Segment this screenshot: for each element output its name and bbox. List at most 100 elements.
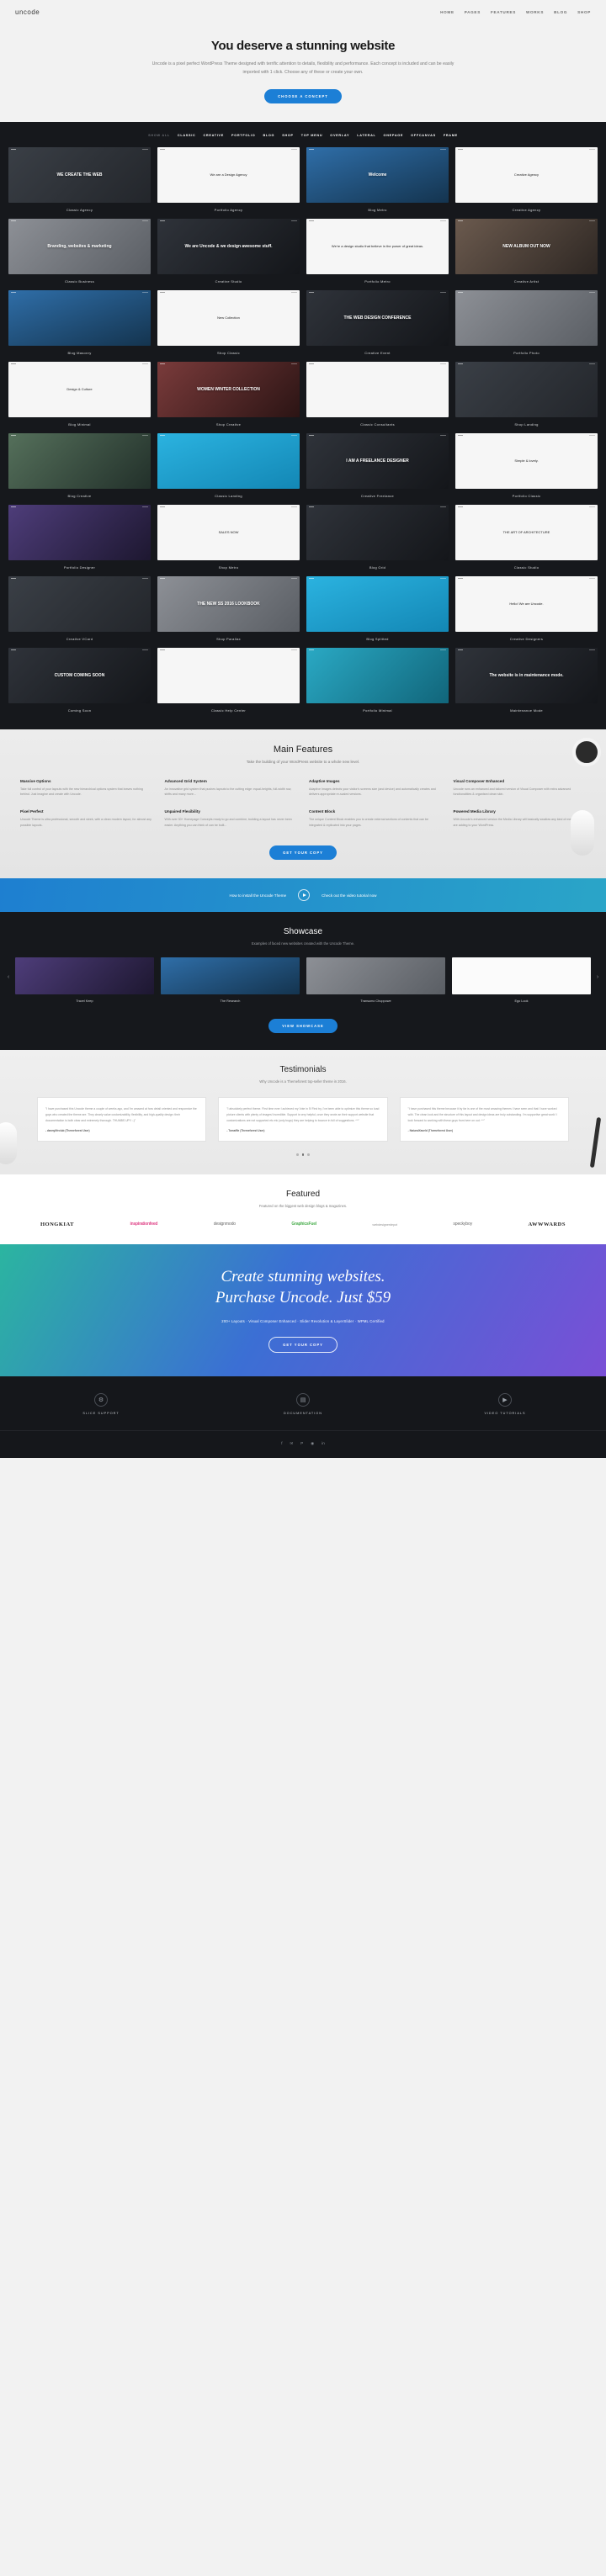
concept-thumbnail[interactable]: [8, 289, 151, 346]
concept-card[interactable]: Portfolio Designer: [8, 504, 151, 571]
concept-card[interactable]: Hello! We are Uncode. Creative Designers: [455, 575, 598, 643]
social-icon[interactable]: in: [322, 1441, 325, 1446]
concept-filter-creative[interactable]: CREATIVE: [203, 134, 224, 137]
concept-filter-portfolio[interactable]: PORTFOLIO: [231, 134, 255, 137]
concept-card[interactable]: Portfolio Photo: [455, 289, 598, 357]
concept-card[interactable]: WOMEN WINTER COLLECTION Shop Creative: [157, 361, 300, 428]
concept-card[interactable]: Classic Help Center: [157, 647, 300, 714]
concept-card[interactable]: Blog Splitted: [306, 575, 449, 643]
footer-column[interactable]: ▶ VIDEO TUTORIALS: [404, 1393, 606, 1415]
footer-column[interactable]: ⚙ SLICE SUPPORT: [0, 1393, 202, 1415]
nav-item-shop[interactable]: SHOP: [577, 10, 591, 14]
testimonials-pagination[interactable]: [17, 1153, 589, 1156]
concept-thumbnail[interactable]: We are a Design Agency: [157, 146, 300, 203]
concept-thumbnail[interactable]: Simple & lovely.: [455, 432, 598, 489]
social-icon[interactable]: ✉: [290, 1441, 294, 1446]
concept-thumbnail[interactable]: Hello! We are Uncode.: [455, 575, 598, 632]
concept-thumbnail[interactable]: THE NEW SS 2016 LOOKBOOK: [157, 575, 300, 632]
concept-card[interactable]: Blog Masonry: [8, 289, 151, 357]
concept-card[interactable]: NEW ALBUM OUT NOW Creative Artist: [455, 218, 598, 285]
concept-card[interactable]: Branding, websites & marketing Classic Bu…: [8, 218, 151, 285]
concept-thumbnail[interactable]: WE CREATE THE WEB: [8, 146, 151, 203]
concept-card[interactable]: Design & Culture Blog Minimal: [8, 361, 151, 428]
concept-card[interactable]: The website is in maintenance mode. Maint…: [455, 647, 598, 714]
concept-thumbnail[interactable]: WOMEN WINTER COLLECTION: [157, 361, 300, 417]
concept-card[interactable]: Portfolio Minimal: [306, 647, 449, 714]
concept-thumbnail[interactable]: [157, 432, 300, 489]
concept-thumbnail[interactable]: CUSTOM COMING SOON: [8, 647, 151, 703]
concept-thumbnail[interactable]: We are Uncode & we design awesome stuff.: [157, 218, 300, 274]
get-your-copy-button-features[interactable]: GET YOUR COPY: [269, 845, 337, 861]
showcase-slide[interactable]: Ego Look: [452, 957, 591, 1003]
concept-thumbnail[interactable]: [8, 575, 151, 632]
site-logo[interactable]: uncode: [15, 8, 40, 16]
nav-item-features[interactable]: FEATURES: [491, 10, 516, 14]
view-showcase-button[interactable]: VIEW SHOWCASE: [268, 1019, 338, 1034]
concept-thumbnail[interactable]: We're a design studio that believe in th…: [306, 218, 449, 274]
concept-card[interactable]: Welcome Blog Metro: [306, 146, 449, 214]
showcase-slide-image[interactable]: [452, 957, 591, 995]
showcase-slide-image[interactable]: [306, 957, 445, 995]
concept-card[interactable]: Simple & lovely. Portfolio Classic: [455, 432, 598, 500]
concept-card[interactable]: Classic Consultants: [306, 361, 449, 428]
concept-card[interactable]: CUSTOM COMING SOON Coming Soon: [8, 647, 151, 714]
get-your-copy-button-purchase[interactable]: GET YOUR COPY: [268, 1337, 338, 1354]
concept-card[interactable]: We are Uncode & we design awesome stuff.…: [157, 218, 300, 285]
concept-filter-overlay[interactable]: OVERLAY: [330, 134, 349, 137]
showcase-slide-image[interactable]: [15, 957, 154, 995]
concept-card[interactable]: THE WEB DESIGN CONFERENCE Creative Event: [306, 289, 449, 357]
concept-card[interactable]: Classic Landing: [157, 432, 300, 500]
concept-card[interactable]: I AM A FREELANCE DESIGNER Creative Freela…: [306, 432, 449, 500]
concept-thumbnail[interactable]: Design & Culture: [8, 361, 151, 417]
pagination-dot[interactable]: [296, 1153, 299, 1156]
carousel-prev-icon[interactable]: ‹: [4, 973, 13, 981]
concept-thumbnail[interactable]: [306, 361, 449, 417]
concept-card[interactable]: We're a design studio that believe in th…: [306, 218, 449, 285]
social-icon[interactable]: f: [281, 1441, 282, 1446]
concept-thumbnail[interactable]: SALES NOW: [157, 504, 300, 560]
concept-card[interactable]: Creative Agency Creative Agency: [455, 146, 598, 214]
concept-card[interactable]: New Collection Shop Classic: [157, 289, 300, 357]
concept-thumbnail[interactable]: [455, 289, 598, 346]
concept-filter-lateral[interactable]: LATERAL: [357, 134, 375, 137]
concept-thumbnail[interactable]: THE ART OF ARCHITECTURE: [455, 504, 598, 560]
concept-thumbnail[interactable]: Creative Agency: [455, 146, 598, 203]
pagination-dot[interactable]: [307, 1153, 310, 1156]
concept-thumbnail[interactable]: NEW ALBUM OUT NOW: [455, 218, 598, 274]
pagination-dot[interactable]: [301, 1153, 305, 1156]
concept-card[interactable]: Shop Landing: [455, 361, 598, 428]
concept-card[interactable]: Creative VCard: [8, 575, 151, 643]
concept-filter-show-all[interactable]: SHOW ALL: [148, 134, 170, 137]
social-icon[interactable]: P: [300, 1441, 303, 1446]
concept-thumbnail[interactable]: [455, 361, 598, 417]
concept-card[interactable]: SALES NOW Shop Metro: [157, 504, 300, 571]
concept-card[interactable]: THE NEW SS 2016 LOOKBOOK Shop Parallax: [157, 575, 300, 643]
showcase-slide[interactable]: Travel Keep: [15, 957, 154, 1003]
concept-filter-offcanvas[interactable]: OFFCANVAS: [411, 134, 436, 137]
concept-card[interactable]: Blog Grid: [306, 504, 449, 571]
concept-card[interactable]: We are a Design Agency Portfolio Agency: [157, 146, 300, 214]
concept-filter-shop[interactable]: SHOP: [282, 134, 294, 137]
concept-card[interactable]: Blog Creative: [8, 432, 151, 500]
concept-filter-top-menu[interactable]: TOP MENU: [301, 134, 323, 137]
concept-thumbnail[interactable]: Welcome: [306, 146, 449, 203]
footer-column[interactable]: ▤ DOCUMENTATION: [202, 1393, 404, 1415]
concept-thumbnail[interactable]: New Collection: [157, 289, 300, 346]
concept-thumbnail[interactable]: [157, 647, 300, 703]
concept-thumbnail[interactable]: [306, 575, 449, 632]
concept-thumbnail[interactable]: Branding, websites & marketing: [8, 218, 151, 274]
carousel-next-icon[interactable]: ›: [593, 973, 602, 981]
concept-thumbnail[interactable]: I AM A FREELANCE DESIGNER: [306, 432, 449, 489]
concept-thumbnail[interactable]: THE WEB DESIGN CONFERENCE: [306, 289, 449, 346]
social-icon[interactable]: ◉: [311, 1441, 314, 1446]
showcase-slide[interactable]: The Research: [161, 957, 300, 1003]
concept-card[interactable]: THE ART OF ARCHITECTURE Classic Studio: [455, 504, 598, 571]
choose-concept-button[interactable]: CHOOSE A CONCEPT: [264, 88, 342, 103]
concept-thumbnail[interactable]: [8, 504, 151, 560]
nav-item-blog[interactable]: BLOG: [554, 10, 567, 14]
nav-item-pages[interactable]: PAGES: [465, 10, 481, 14]
concept-card[interactable]: WE CREATE THE WEB Classic Agency: [8, 146, 151, 214]
concept-thumbnail[interactable]: [306, 504, 449, 560]
concept-thumbnail[interactable]: The website is in maintenance mode.: [455, 647, 598, 703]
nav-item-works[interactable]: WORKS: [526, 10, 544, 14]
